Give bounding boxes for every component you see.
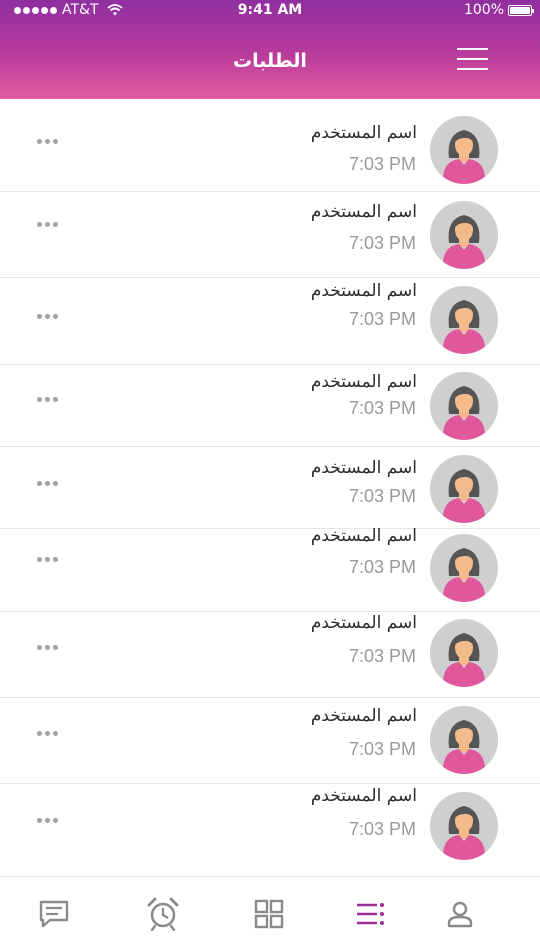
avatar — [430, 455, 498, 523]
request-row[interactable]: اسم المستخدم 7:03 PM — [0, 526, 540, 612]
request-time: 7:03 PM — [348, 739, 416, 759]
user-name: اسم المستخدم — [310, 458, 417, 478]
avatar-illustration — [430, 792, 498, 860]
request-time: 7:03 PM — [348, 398, 416, 418]
request-time: 7:03 PM — [348, 154, 416, 174]
battery-percent: 100% — [463, 2, 504, 18]
more-options-icon[interactable] — [37, 557, 58, 562]
user-name: اسم المستخدم — [310, 613, 417, 633]
request-row[interactable]: اسم المستخدم 7:03 PM — [0, 365, 540, 447]
avatar — [430, 372, 498, 440]
status-right: 100% — [463, 2, 534, 18]
avatar-illustration — [430, 534, 498, 602]
more-options-icon[interactable] — [37, 314, 58, 319]
more-options-icon[interactable] — [37, 139, 58, 144]
avatar — [430, 286, 498, 354]
request-row[interactable]: اسم المستخدم 7:03 PM — [0, 784, 540, 876]
avatar-illustration — [430, 116, 498, 184]
more-options-icon[interactable] — [37, 481, 58, 486]
avatar — [430, 619, 498, 687]
grid-icon — [254, 899, 284, 929]
user-name: اسم المستخدم — [310, 281, 417, 301]
app-header: AT&T 9:41 AM 100% الطلبات — [0, 0, 540, 99]
tab-requests[interactable] — [353, 897, 387, 931]
battery-icon — [508, 4, 534, 16]
request-row[interactable]: اسم المستخدم 7:03 PM — [0, 192, 540, 278]
request-row[interactable]: اسم المستخدم 7:03 PM — [0, 99, 540, 192]
more-options-icon[interactable] — [37, 397, 58, 402]
tab-alarms[interactable] — [146, 897, 180, 931]
avatar — [430, 534, 498, 602]
tab-dashboard[interactable] — [252, 897, 286, 931]
more-options-icon[interactable] — [37, 645, 58, 650]
avatar — [430, 706, 498, 774]
tab-messages[interactable] — [37, 897, 71, 931]
avatar — [430, 201, 498, 269]
request-row[interactable]: اسم المستخدم 7:03 PM — [0, 612, 540, 698]
user-name: اسم المستخدم — [310, 202, 417, 222]
request-row[interactable]: اسم المستخدم 7:03 PM — [0, 447, 540, 529]
request-time: 7:03 PM — [348, 557, 416, 577]
avatar-illustration — [430, 619, 498, 687]
message-icon — [39, 900, 69, 928]
avatar — [430, 792, 498, 860]
request-time: 7:03 PM — [348, 646, 416, 666]
user-name: اسم المستخدم — [310, 372, 417, 392]
tab-profile[interactable] — [443, 897, 477, 931]
request-time: 7:03 PM — [348, 233, 416, 253]
avatar — [430, 116, 498, 184]
user-name: اسم المستخدم — [310, 123, 417, 143]
request-time: 7:03 PM — [348, 819, 416, 839]
user-name: اسم المستخدم — [310, 786, 417, 806]
status-time: 9:41 AM — [237, 2, 303, 18]
user-name: اسم المستخدم — [310, 706, 417, 726]
more-options-icon[interactable] — [37, 222, 58, 227]
user-icon — [447, 901, 473, 928]
list-icon — [357, 903, 384, 925]
avatar-illustration — [430, 706, 498, 774]
avatar-illustration — [430, 286, 498, 354]
more-options-icon[interactable] — [37, 731, 58, 736]
alarm-clock-icon — [147, 897, 179, 931]
request-time: 7:03 PM — [348, 309, 416, 329]
bottom-tab-bar — [0, 876, 540, 948]
status-bar: AT&T 9:41 AM 100% — [0, 0, 540, 22]
request-row[interactable]: اسم المستخدم 7:03 PM — [0, 278, 540, 365]
avatar-illustration — [430, 201, 498, 269]
request-time: 7:03 PM — [348, 486, 416, 506]
avatar-illustration — [430, 455, 498, 523]
user-name: اسم المستخدم — [310, 526, 417, 546]
request-row[interactable]: اسم المستخدم 7:03 PM — [0, 698, 540, 784]
avatar-illustration — [430, 372, 498, 440]
more-options-icon[interactable] — [37, 818, 58, 823]
hamburger-menu-icon[interactable] — [457, 48, 488, 72]
